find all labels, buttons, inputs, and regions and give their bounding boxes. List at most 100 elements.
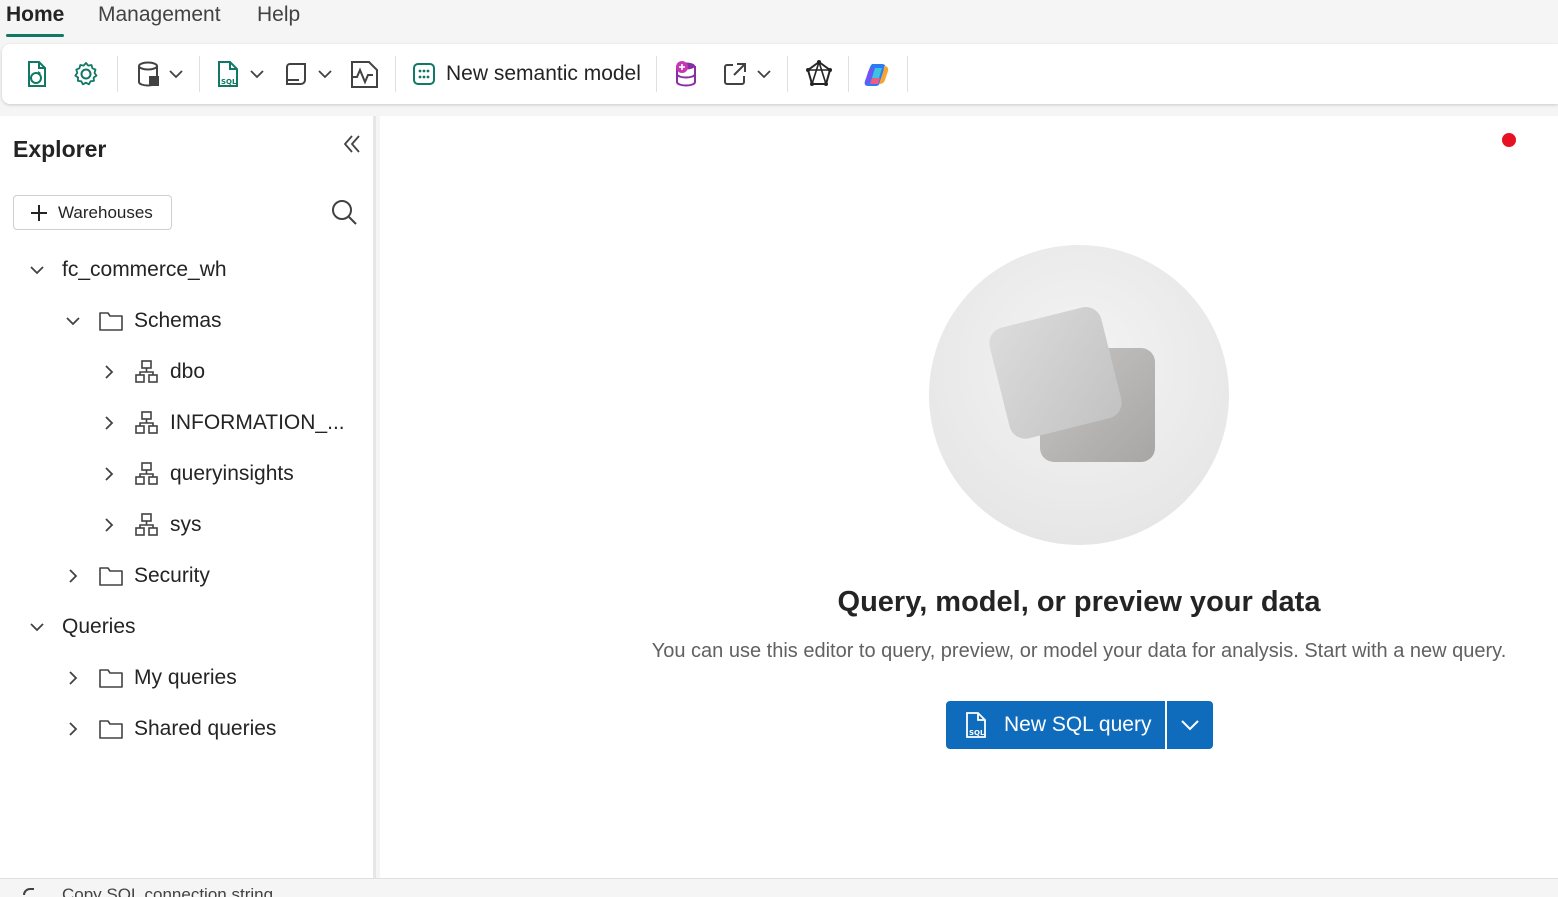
tree-label-information-schema: INFORMATION_...: [170, 411, 345, 434]
tree-item-queries[interactable]: Queries: [28, 607, 136, 647]
tree-item-schema-information[interactable]: INFORMATION_...: [100, 403, 345, 443]
tree-label-warehouse: fc_commerce_wh: [62, 258, 227, 281]
tab-help[interactable]: Help: [251, 3, 306, 37]
new-sql-query-dropdown[interactable]: SQL: [212, 54, 268, 94]
tree-item-schema-queryinsights[interactable]: queryinsights: [100, 454, 294, 494]
double-chevron-left-icon: [343, 135, 360, 153]
new-semantic-model-button[interactable]: New semantic model: [412, 54, 647, 94]
collapse-explorer-button[interactable]: [340, 132, 364, 156]
chevron-down-icon: [66, 317, 80, 326]
ribbon-separator: [907, 56, 908, 92]
empty-state-illustration: [929, 245, 1229, 545]
chevron-right-icon: [105, 467, 114, 481]
plus-icon: [31, 204, 47, 221]
tree-label-my-queries: My queries: [134, 666, 237, 689]
schema-icon: [135, 360, 158, 383]
tree-label-queries: Queries: [62, 615, 136, 638]
tree-item-schema-sys[interactable]: sys: [100, 505, 202, 545]
schema-icon: [135, 462, 158, 485]
chevron-down-icon: [1181, 720, 1199, 731]
chevron-down-icon: [318, 70, 332, 79]
tree-label-dbo: dbo: [170, 360, 206, 383]
empty-state-description: You can use this editor to query, previe…: [651, 640, 1507, 662]
tree-item-my-queries[interactable]: My queries: [64, 658, 237, 698]
folder-icon: [99, 720, 123, 739]
tree-label-sys: sys: [170, 513, 202, 536]
semantic-model-icon: [413, 63, 435, 85]
chevron-down-icon: [250, 70, 264, 79]
database-add-icon: [676, 61, 696, 87]
visual-query-icon: [286, 63, 306, 85]
status-bar: Copy SQL connection string: [0, 878, 1558, 897]
chevron-down-icon: [30, 623, 44, 632]
chevron-right-icon: [69, 671, 78, 685]
ribbon-separator: [395, 56, 396, 92]
chevron-right-icon: [69, 722, 78, 736]
ribbon-separator: [117, 56, 118, 92]
chevron-right-icon: [105, 365, 114, 379]
schema-icon: [135, 513, 158, 536]
tree-item-shared-queries[interactable]: Shared queries: [64, 709, 276, 749]
tree-item-security[interactable]: Security: [64, 556, 210, 596]
gear-icon: [74, 62, 98, 86]
tree-label-schemas: Schemas: [134, 309, 222, 332]
chevron-down-icon: [757, 70, 771, 79]
copy-sql-connection-string-link[interactable]: Copy SQL connection string: [62, 885, 273, 897]
performance-icon: [351, 61, 378, 88]
empty-state-title: Query, model, or preview your data: [837, 586, 1321, 618]
copilot-icon: [864, 64, 889, 86]
new-visual-query-dropdown[interactable]: [280, 54, 336, 94]
add-warehouses-label: Warehouses: [58, 202, 153, 222]
folder-icon: [99, 567, 123, 586]
tree-item-schemas[interactable]: Schemas: [64, 301, 222, 341]
explorer-search-button[interactable]: [330, 198, 358, 226]
svg-text:SQL: SQL: [221, 78, 237, 86]
explorer-title: Explorer: [13, 136, 107, 162]
graph-icon: [806, 60, 832, 86]
tab-home[interactable]: Home: [0, 3, 70, 37]
ribbon-separator: [199, 56, 200, 92]
new-sql-query-dropdown-button[interactable]: [1167, 701, 1213, 749]
ribbon-separator: [656, 56, 657, 92]
tree-item-warehouse[interactable]: fc_commerce_wh: [28, 250, 227, 290]
svg-text:SQL: SQL: [969, 729, 985, 737]
link-icon: [23, 888, 34, 896]
ribbon-toolbar: SQL New semantic model: [2, 44, 1558, 104]
chevron-down-icon: [30, 266, 44, 275]
open-in-dropdown[interactable]: [718, 54, 776, 94]
chevron-right-icon: [69, 569, 78, 583]
explorer-panel: Explorer Warehouses fc_commerce_wh Schem…: [0, 116, 376, 878]
sql-file-icon: SQL: [966, 712, 986, 738]
add-warehouses-button[interactable]: Warehouses: [13, 195, 172, 230]
sql-file-icon: SQL: [218, 61, 238, 87]
new-semantic-model-label: New semantic model: [446, 62, 641, 85]
copilot-button[interactable]: [858, 54, 896, 94]
search-icon: [332, 200, 357, 225]
graph-button[interactable]: [800, 54, 838, 94]
refresh-button[interactable]: [18, 54, 56, 94]
settings-button[interactable]: [66, 54, 106, 94]
tab-management[interactable]: Management: [92, 3, 227, 37]
ribbon-separator: [787, 56, 788, 92]
notification-dot: [1502, 133, 1516, 147]
query-activity-button[interactable]: [346, 54, 384, 94]
tree-label-shared-queries: Shared queries: [134, 717, 277, 740]
database-icon: [138, 61, 159, 87]
ribbon-separator: [848, 56, 849, 92]
mirrored-database-button[interactable]: [668, 54, 706, 94]
tree-label-security: Security: [134, 564, 210, 587]
folder-icon: [99, 669, 123, 688]
refresh-icon: [28, 61, 46, 87]
open-in-icon: [724, 63, 746, 85]
new-sql-query-button[interactable]: SQL New SQL query: [946, 701, 1165, 749]
chevron-down-icon: [169, 70, 183, 79]
chevron-right-icon: [105, 518, 114, 532]
chevron-right-icon: [105, 416, 114, 430]
menu-bar: Home Management Help: [0, 0, 1558, 40]
new-sql-query-label: New SQL query: [1004, 713, 1152, 736]
tree-item-schema-dbo[interactable]: dbo: [100, 352, 205, 392]
get-data-button[interactable]: [132, 54, 188, 94]
tree-label-queryinsights: queryinsights: [170, 462, 294, 485]
folder-icon: [99, 312, 123, 331]
schema-icon: [135, 411, 158, 434]
